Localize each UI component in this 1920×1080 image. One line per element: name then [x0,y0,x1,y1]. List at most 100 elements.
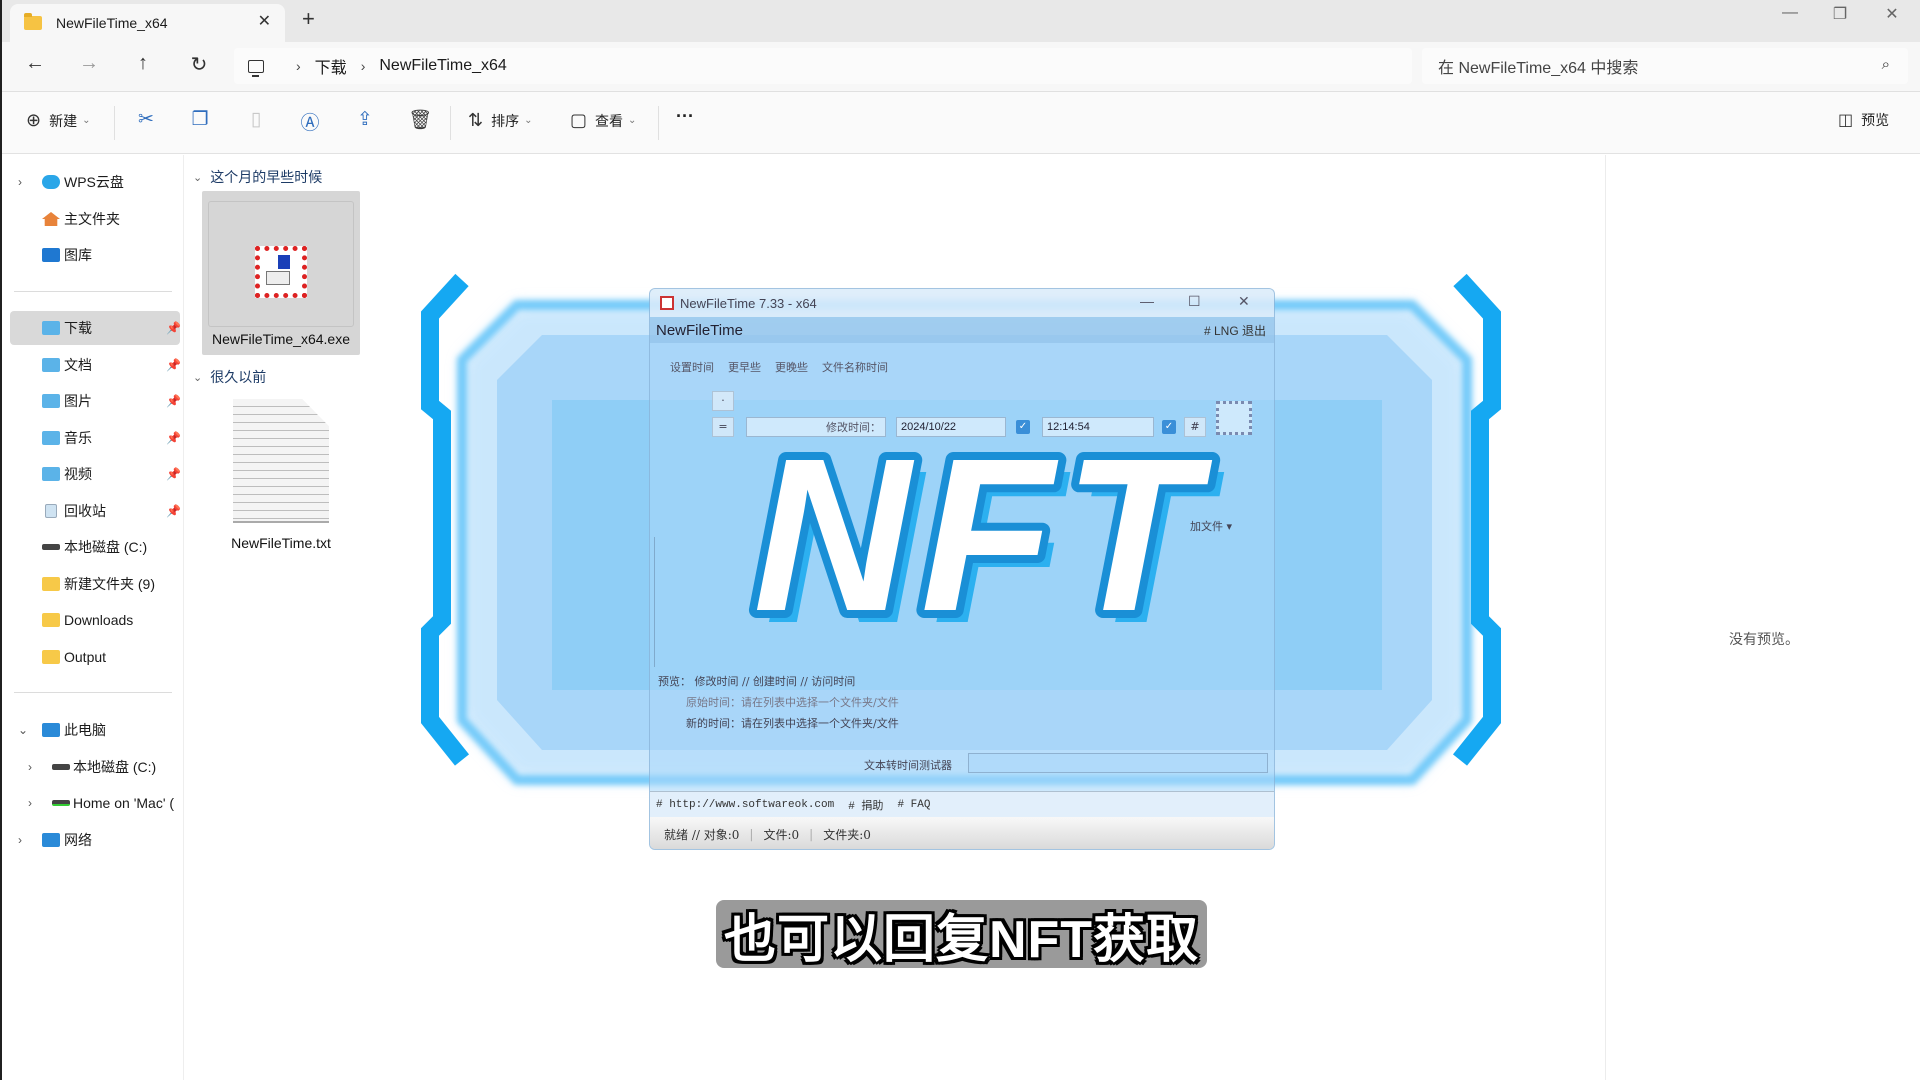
refresh-button[interactable]: ↻ [184,52,214,77]
app-header-links[interactable]: # LNG 退出 [1204,322,1266,339]
file-thumbnail [208,201,354,327]
sidebar-item-label: Downloads [64,612,134,628]
sidebar-item-home[interactable]: 主文件夹 [10,202,180,236]
file-item-exe[interactable]: NewFileTime_x64.exe [202,191,360,355]
text-to-time-input[interactable] [968,753,1268,773]
app-maximize-button[interactable]: ☐ [1188,293,1201,310]
more-options-button[interactable]: ··· [676,106,694,127]
sidebar-item-label: 新建文件夹 (9) [64,576,155,592]
share-icon[interactable]: ⇪ [351,108,379,131]
toolbar-divider [658,106,659,140]
group-header-earlier-this-month[interactable]: ⌄ 这个月的早些时候 [193,167,322,187]
file-item-txt[interactable]: NewFileTime.txt [202,399,360,559]
new-button[interactable]: ⊕ 新建 ⌄ [26,110,90,131]
faq-link[interactable]: # FAQ [897,799,930,811]
newfiletime-logo-icon [660,296,674,310]
sidebar-item-downloads-folder[interactable]: Downloads [10,603,180,637]
sidebar-item-label: 图片 [64,393,92,409]
sidebar-item-this-pc[interactable]: ⌄ 此电脑 [10,713,180,747]
chevron-down-icon: ⌄ [524,115,533,126]
up-button[interactable]: ↑ [128,52,158,75]
chevron-down-icon: ⌄ [193,171,203,184]
toolbar-divider [114,106,115,140]
sidebar-item-local-disk[interactable]: 本地磁盘 (C:) [10,530,180,564]
cut-icon[interactable]: ✂ [132,108,160,131]
app-minimize-button[interactable]: — [1140,293,1154,309]
sidebar-item-label: 视频 [64,466,92,482]
sidebar-item-gallery[interactable]: 图库 [10,238,180,272]
pin-icon[interactable]: 📌 [166,358,181,372]
pictures-folder-icon [42,394,60,408]
tab-close-icon[interactable]: ✕ [258,11,271,31]
app-tab-filename-time[interactable]: 文件名称时间 [822,359,888,375]
pin-icon[interactable]: 📌 [166,431,181,445]
maximize-button[interactable]: ❐ [1820,4,1860,24]
chevron-right-icon[interactable]: › [28,796,32,810]
home-icon [42,212,60,226]
paste-icon[interactable]: ▯ [242,108,270,131]
website-link[interactable]: # http://www.softwareok.com [656,799,834,811]
tab-newfiletime[interactable]: NewFileTime_x64 ✕ [10,4,285,42]
sidebar-item-local-disk-c[interactable]: › 本地磁盘 (C:) [10,750,180,784]
forward-button[interactable]: → [74,52,104,75]
sort-button[interactable]: ⇅ 排序 ⌄ [468,110,532,131]
delete-icon[interactable]: 🗑 [406,108,434,132]
no-preview-message: 没有预览。 [1729,631,1799,647]
app-tab-later[interactable]: 更晚些 [775,359,808,375]
chevron-right-icon[interactable]: › [18,833,22,847]
new-tab-button[interactable]: + [302,6,315,32]
preview-pane-button[interactable]: ◫ 预览 [1838,110,1889,130]
breadcrumb-downloads[interactable]: 下载 [315,54,347,78]
app-tab-set-time[interactable]: 设置时间 [670,359,714,375]
sidebar-item-home-on-mac[interactable]: › Home on 'Mac' ( [10,786,180,820]
app-tabs: 设置时间 更早些 更晚些 文件名称时间 [670,359,888,375]
minimize-button[interactable]: — [1770,4,1810,22]
sidebar-item-pictures[interactable]: 图片 📌 [10,384,181,418]
status-folders: 文件夹:0 [823,827,871,842]
pin-icon[interactable]: 📌 [166,467,181,481]
sidebar-divider [14,692,172,693]
group-header-label: 很久以前 [210,369,267,385]
rename-icon[interactable]: Ⓐ [296,108,324,135]
sidebar-item-downloads[interactable]: 下载 📌 [10,311,181,345]
text-to-time-tester-label: 文本转时间测试器 [864,759,952,772]
network-drive-icon [52,800,70,806]
view-button[interactable]: ▢ 查看 ⌄ [570,110,636,131]
pin-icon[interactable]: 📌 [166,321,181,335]
this-pc-icon[interactable] [248,59,264,77]
breadcrumb-current[interactable]: NewFileTime_x64 [379,57,506,75]
chevron-right-icon[interactable]: › [18,175,22,189]
sidebar-item-network[interactable]: › 网络 [10,823,180,857]
search-icon[interactable]: ⌕ [1882,56,1890,73]
search-input[interactable]: 在 NewFileTime_x64 中搜索 ⌕ [1422,48,1908,84]
address-bar[interactable]: › 下载 › NewFileTime_x64 [234,48,1412,84]
group-header-label: 这个月的早些时候 [210,169,323,185]
copy-icon[interactable]: ❐ [186,108,214,131]
donate-link[interactable]: # 捐助 [848,797,883,813]
pin-icon[interactable]: 📌 [166,394,181,408]
back-button[interactable]: ← [20,52,50,75]
sidebar-item-recycle-bin[interactable]: 回收站 📌 [10,494,181,528]
navigation-pane: › WPS云盘 主文件夹 图库 下载 📌 文档 📌 图片 📌 音乐 📌 视频 📌… [2,155,184,1080]
sidebar-item-videos[interactable]: 视频 📌 [10,457,181,491]
group-header-long-ago[interactable]: ⌄ 很久以前 [193,367,266,387]
chevron-right-icon[interactable]: › [296,58,301,74]
sidebar-item-wps-cloud[interactable]: › WPS云盘 [10,165,180,199]
sidebar-item-new-folder-9[interactable]: 新建文件夹 (9) [10,567,180,601]
chevron-right-icon[interactable]: › [28,760,32,774]
sidebar-item-label: WPS云盘 [64,174,124,190]
network-icon [42,833,60,847]
sidebar-item-label: 本地磁盘 (C:) [64,539,148,555]
sidebar-item-music[interactable]: 音乐 📌 [10,421,181,455]
chevron-right-icon[interactable]: › [361,58,366,74]
app-close-button[interactable]: ✕ [1238,293,1250,310]
file-explorer-window: NewFileTime_x64 ✕ + — ❐ ✕ ← → ↑ ↻ › 下载 ›… [0,0,1920,1080]
sidebar-item-label: 图库 [64,247,92,263]
pin-icon[interactable]: 📌 [166,504,181,518]
app-tab-earlier[interactable]: 更早些 [728,359,761,375]
app-small-button[interactable]: · [712,391,734,411]
sidebar-item-output[interactable]: Output [10,640,180,674]
sidebar-item-documents[interactable]: 文档 📌 [10,348,181,382]
close-button[interactable]: ✕ [1872,4,1912,24]
chevron-down-icon[interactable]: ⌄ [18,723,28,737]
